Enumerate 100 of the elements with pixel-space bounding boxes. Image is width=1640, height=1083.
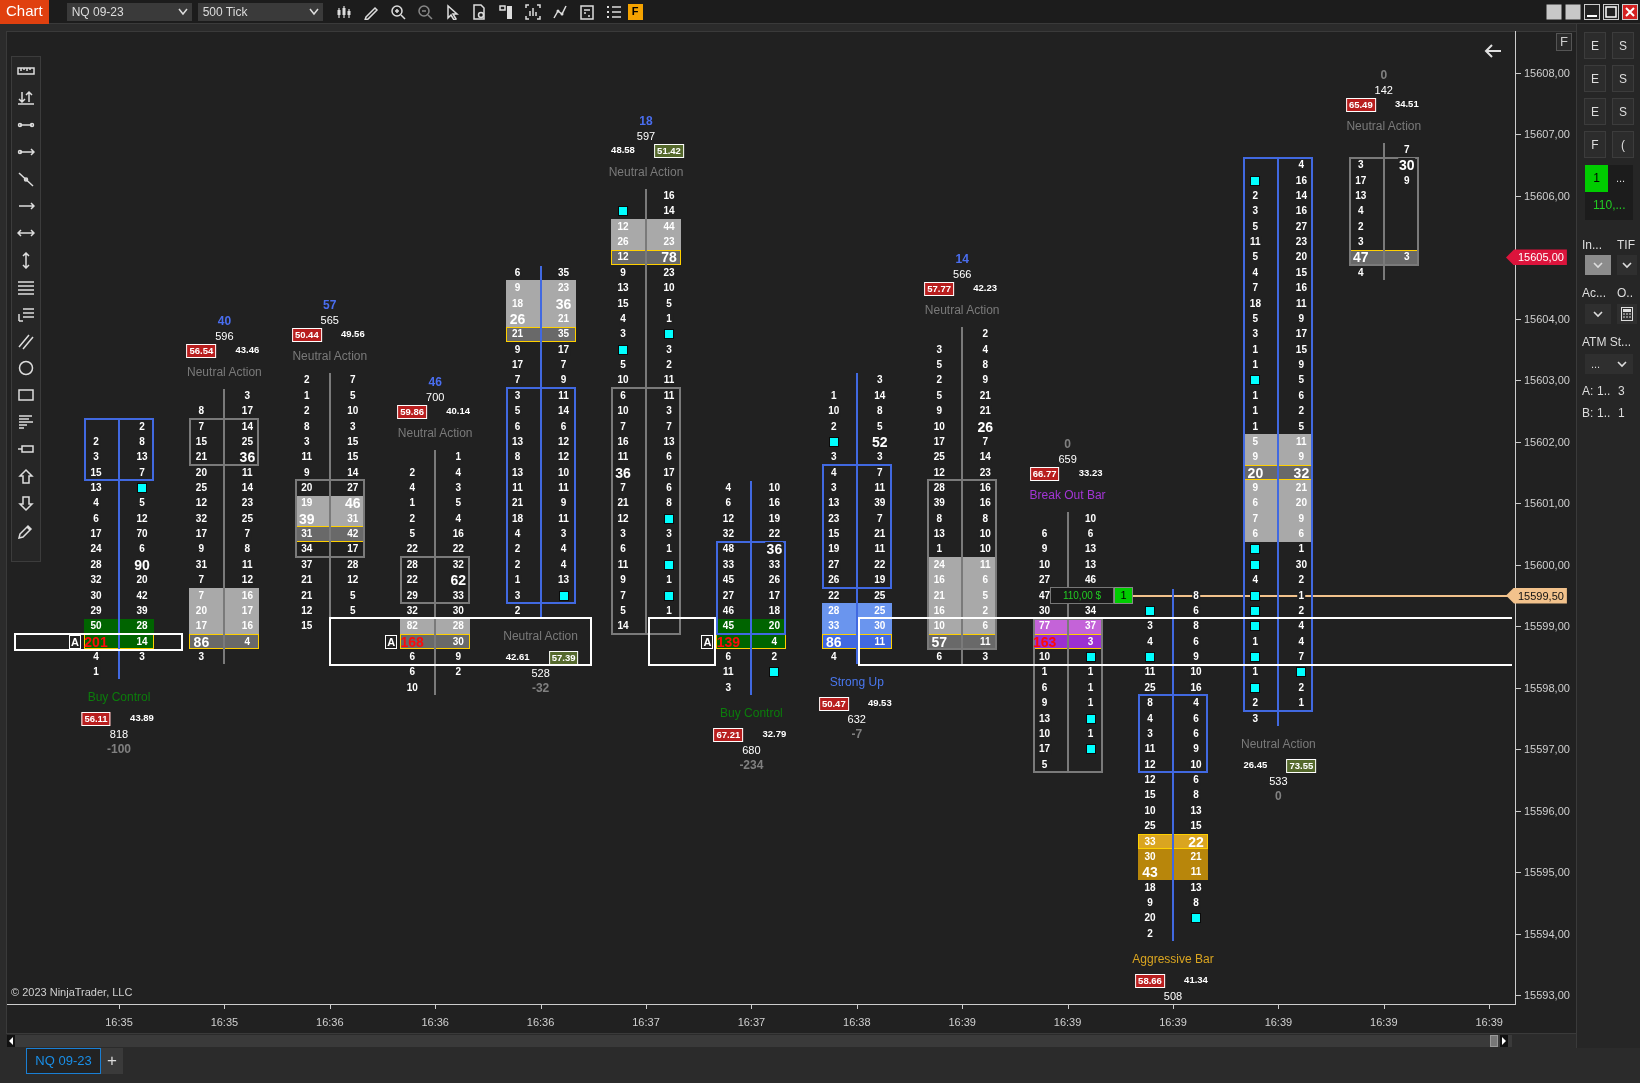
order-button[interactable]: S xyxy=(1612,98,1634,125)
delta-value: 18 xyxy=(639,112,653,129)
order-button[interactable]: ( xyxy=(1612,131,1634,158)
price-label: 15604,00 xyxy=(1524,311,1570,326)
list-icon[interactable] xyxy=(605,3,622,20)
square-marker-icon xyxy=(137,483,147,493)
window-button-icon[interactable] xyxy=(1565,3,1581,20)
square-marker-icon xyxy=(664,329,674,340)
delta-value: -100 xyxy=(107,741,131,758)
bid-volume: 26 xyxy=(508,311,527,326)
interval-dropdown[interactable]: 500 Tick xyxy=(197,2,323,21)
pencil-icon[interactable] xyxy=(17,522,35,539)
bid-volume: 20 xyxy=(1246,465,1265,480)
down-arrow-icon[interactable] xyxy=(17,495,35,512)
zoom-in-icon[interactable] xyxy=(389,3,406,20)
order-button[interactable]: E xyxy=(1584,65,1606,92)
square-marker-icon xyxy=(664,513,674,524)
line-chart-icon[interactable] xyxy=(551,3,568,20)
ask-volume: 36 xyxy=(765,542,784,557)
f-button[interactable]: F xyxy=(1556,33,1572,51)
bar-label: Strong Up xyxy=(829,674,884,691)
bid-volume: 1 xyxy=(1251,343,1260,356)
horizontal-lines-icon[interactable] xyxy=(17,279,35,296)
instrument-label: In... xyxy=(1582,237,1602,254)
order-button[interactable]: F xyxy=(1584,131,1606,158)
scroll-left-icon[interactable] xyxy=(7,1035,15,1047)
buy-percentage: 43.46 xyxy=(235,343,260,356)
order-button[interactable]: E xyxy=(1584,32,1606,59)
calculator-icon[interactable] xyxy=(1621,307,1633,321)
bid-volume: 47 xyxy=(1352,250,1370,265)
maximize-icon[interactable] xyxy=(1603,3,1619,20)
quantity-value[interactable]: 1 xyxy=(1585,165,1608,192)
bid-volume: 9 xyxy=(1251,482,1260,494)
scrollbar-thumb[interactable] xyxy=(1490,1035,1498,1047)
volume-value: 566 xyxy=(953,267,972,283)
up-arrow-icon[interactable] xyxy=(17,468,35,485)
tif-dropdown[interactable] xyxy=(1617,255,1637,275)
bid-volume: 2 xyxy=(1146,927,1154,940)
panel-icon[interactable] xyxy=(497,3,514,20)
bid-volume: 12 xyxy=(1143,774,1157,786)
candlestick-chart-icon[interactable] xyxy=(335,3,352,20)
calculator-icon[interactable] xyxy=(578,3,595,20)
arrows-icon[interactable] xyxy=(17,90,35,107)
price-label: 15595,00 xyxy=(1524,865,1570,880)
document-search-icon[interactable] xyxy=(470,3,487,20)
instrument-tab[interactable]: NQ 09-23 xyxy=(26,1048,101,1074)
quantity-menu-button[interactable]: ... xyxy=(1608,165,1633,192)
rectangle-icon[interactable] xyxy=(17,387,35,404)
ask-volume: 8 xyxy=(138,435,146,448)
back-arrow-icon[interactable] xyxy=(1484,44,1502,58)
circle-icon[interactable] xyxy=(17,360,35,377)
flag-button[interactable]: F xyxy=(627,3,643,20)
order-button[interactable]: S xyxy=(1612,32,1634,59)
bars-icon[interactable] xyxy=(17,414,35,431)
instrument-dropdown[interactable]: NQ 09-23 xyxy=(66,2,192,21)
bid-volume: 5 xyxy=(935,389,943,402)
ask-volume: 28 xyxy=(135,620,149,633)
square-marker-icon xyxy=(1191,913,1201,924)
bid-volume: 3 xyxy=(935,343,943,356)
ask-volume: 21 xyxy=(1189,850,1203,863)
bid-price: 1.. xyxy=(1597,405,1611,422)
ask-volume: 14 xyxy=(135,635,149,648)
zoom-out-icon[interactable] xyxy=(416,3,433,20)
minimize-icon[interactable] xyxy=(1584,3,1600,20)
order-button[interactable]: E xyxy=(1584,98,1606,125)
account-dropdown[interactable] xyxy=(1585,304,1611,324)
order-button[interactable]: S xyxy=(1612,65,1634,92)
close-icon[interactable] xyxy=(1622,3,1638,20)
stacked-lines-icon[interactable] xyxy=(17,306,35,323)
ask-volume: 31 xyxy=(346,512,360,525)
chevron-down-icon xyxy=(1617,360,1627,368)
chevron-down-icon xyxy=(1593,261,1603,269)
scroll-right-icon[interactable] xyxy=(1500,1035,1508,1047)
bid-volume: 163 xyxy=(1031,634,1058,649)
time-label: 16:38 xyxy=(842,1015,872,1029)
ask-volume: 36 xyxy=(238,450,257,465)
bid-volume: 2 xyxy=(830,420,838,433)
diagonal-line-icon[interactable] xyxy=(17,171,35,188)
ask-volume: 4 xyxy=(981,343,989,356)
bid-volume: 18 xyxy=(511,297,525,310)
atm-strategy-label: ATM St... xyxy=(1582,334,1632,351)
ask-volume: 3 xyxy=(1403,251,1411,264)
bid-volume: 24 xyxy=(932,558,946,571)
ask-volume: 25 xyxy=(873,604,887,617)
chart-title-tab[interactable]: Chart xyxy=(0,0,49,24)
pnl-value: 110,... xyxy=(1585,192,1633,220)
bar-chart-icon[interactable] xyxy=(524,3,541,20)
ask-volume: 7 xyxy=(876,512,884,525)
bid-volume: 3 xyxy=(1251,712,1260,725)
ask-volume: 6 xyxy=(1192,712,1200,725)
window-button-icon[interactable] xyxy=(1546,3,1562,20)
ask-volume: 11 xyxy=(873,635,887,648)
ask-volume: 8 xyxy=(1192,589,1200,602)
ask-volume: 6 xyxy=(1192,635,1200,648)
parallel-lines-icon[interactable] xyxy=(17,333,35,350)
add-tab-button[interactable]: + xyxy=(101,1048,123,1074)
volume-value: 508 xyxy=(1163,988,1183,1004)
bid-volume: 2 xyxy=(513,558,522,571)
price-label: 15596,00 xyxy=(1524,803,1570,818)
atm-strategy-dropdown[interactable]: ... xyxy=(1585,354,1633,374)
